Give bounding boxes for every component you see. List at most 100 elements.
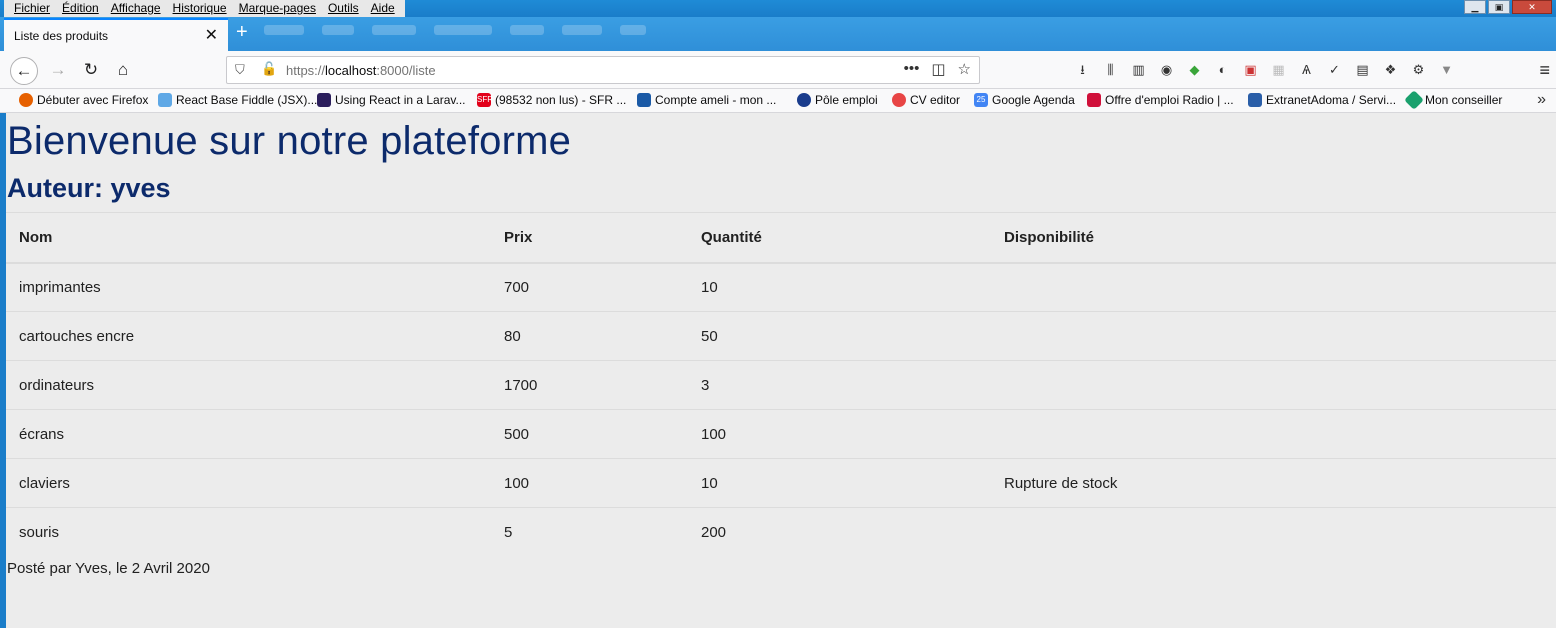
cors-extension-icon[interactable]: ▣ (1242, 61, 1259, 78)
menu-historique[interactable]: Historique (167, 0, 233, 17)
page-content: Bienvenue sur notre plateforme Auteur: y… (6, 113, 1556, 628)
bookmark-debuter-firefox[interactable]: Débuter avec Firefox (19, 93, 148, 107)
background-tabs (264, 25, 646, 35)
pocket-icon[interactable]: ◫ (931, 60, 945, 78)
tab-liste-des-produits[interactable]: Liste des produits ✕ (4, 18, 228, 51)
table-row: claviers 100 10 Rupture de stock (6, 458, 1556, 508)
bookmark-pole-emploi[interactable]: Pôle emploi (797, 93, 878, 107)
checkmark-extension-icon[interactable]: ✓ (1326, 61, 1343, 78)
close-tab-icon[interactable]: ✕ (205, 25, 218, 45)
header-disponibilite: Disponibilité (991, 212, 1556, 264)
laravel-news-icon (317, 93, 331, 107)
tracking-shield-icon[interactable]: ⛉ (235, 62, 245, 78)
minimize-button[interactable]: ▁ (1464, 0, 1486, 14)
library-icon[interactable]: ⫼ (1102, 61, 1119, 78)
address-bar[interactable]: ⛉ 🔓 https://localhost:8000/liste ••• ◫ ☆ (226, 56, 980, 84)
close-window-button[interactable]: ✕ (1512, 0, 1552, 14)
bookmarks-overflow-icon[interactable]: » (1537, 91, 1546, 109)
new-tab-button[interactable]: + (236, 21, 248, 44)
cv-editor-icon (892, 93, 906, 107)
font-extension-icon[interactable]: Ѧ (1298, 61, 1315, 78)
cell-nom: souris (6, 507, 491, 557)
bookmark-offre-emploi-radio[interactable]: Offre d'emploi Radio | ... (1087, 93, 1234, 107)
bookmark-star-icon[interactable]: ☆ (958, 60, 971, 78)
menu-marque-pages[interactable]: Marque-pages (233, 0, 322, 17)
maximize-button[interactable]: ▣ (1488, 0, 1510, 14)
products-table: Nom Prix Quantité Disponibilité impriman… (6, 212, 1556, 557)
dog-extension-icon[interactable]: ❖ (1382, 61, 1399, 78)
menu-aide[interactable]: Aide (365, 0, 401, 17)
reload-icon[interactable]: ↻ (77, 57, 105, 85)
download-icon[interactable]: ⭳ (1074, 61, 1091, 78)
tab-strip: Liste des produits ✕ + (0, 17, 1556, 51)
cell-nom: cartouches encre (6, 311, 491, 361)
navigation-toolbar: ← → ↻ ⌂ ⛉ 🔓 https://localhost:8000/liste… (0, 51, 1556, 89)
cell-disponibilite (991, 507, 1556, 557)
header-prix: Prix (491, 212, 688, 264)
firefox-icon (19, 93, 33, 107)
header-nom: Nom (6, 212, 491, 264)
cell-quantite: 200 (688, 507, 991, 557)
table-row: écrans 500 100 (6, 409, 1556, 459)
bookmark-cv-editor[interactable]: CV editor (892, 93, 960, 107)
cell-prix: 1700 (491, 360, 688, 410)
menu-bar: Fichier Édition Affichage Historique Mar… (4, 0, 405, 17)
window-controls: ▁ ▣ ✕ (1464, 0, 1552, 14)
bookmark-extranet-adoma[interactable]: ExtranetAdoma / Servi... (1248, 93, 1396, 107)
cell-quantite: 100 (688, 409, 991, 459)
tv-extension-icon[interactable]: ▤ (1354, 61, 1371, 78)
cell-prix: 100 (491, 458, 688, 508)
table-header-row: Nom Prix Quantité Disponibilité (6, 212, 1556, 264)
insecure-lock-icon[interactable]: 🔓 (261, 61, 277, 77)
adoma-icon (1248, 93, 1262, 107)
sidebar-icon[interactable]: ▥ (1130, 61, 1147, 78)
cell-disponibilite: Rupture de stock (991, 458, 1556, 508)
bookmark-mon-conseiller[interactable]: Mon conseiller (1404, 90, 1502, 110)
ameli-icon (637, 93, 651, 107)
forward-arrow-icon[interactable]: → (44, 57, 72, 85)
bookmark-google-agenda[interactable]: 25 Google Agenda (974, 93, 1075, 107)
cell-quantite: 3 (688, 360, 991, 410)
dark-mode-icon[interactable]: ◐ (1214, 61, 1231, 78)
tab-title: Liste des produits (14, 29, 109, 43)
cell-quantite: 10 (688, 458, 991, 508)
table-row: ordinateurs 1700 3 (6, 360, 1556, 410)
hamburger-menu-icon[interactable]: ≡ (1539, 60, 1550, 81)
extension-grid-icon[interactable]: ▦ (1270, 61, 1287, 78)
cell-quantite: 10 (688, 262, 991, 312)
cell-prix: 700 (491, 262, 688, 312)
table-row: cartouches encre 80 50 (6, 311, 1556, 361)
cell-disponibilite (991, 311, 1556, 361)
menu-outils[interactable]: Outils (322, 0, 365, 17)
toolbar-icons: ⭳ ⫼ ▥ ◉ ◆ ◐ ▣ ▦ Ѧ ✓ ▤ ❖ ⚙ ▼ (1074, 61, 1455, 78)
bookmark-laravel-news[interactable]: Using React in a Larav... (317, 93, 466, 107)
bookmark-sfr[interactable]: SFR (98532 non lus) - SFR ... (477, 93, 626, 107)
settings-extension-icon[interactable]: ⚙ (1410, 61, 1427, 78)
cell-prix: 80 (491, 311, 688, 361)
bookmark-ameli[interactable]: Compte ameli - mon ... (637, 93, 776, 107)
page-actions-icon[interactable]: ••• (904, 60, 920, 78)
extension-green-icon[interactable]: ◆ (1186, 61, 1203, 78)
cell-disponibilite (991, 262, 1556, 312)
calendar-icon: 25 (974, 93, 988, 107)
cell-disponibilite (991, 360, 1556, 410)
author-heading: Auteur: yves (7, 173, 171, 203)
vue-devtools-icon[interactable]: ▼ (1438, 61, 1455, 78)
account-icon[interactable]: ◉ (1158, 61, 1175, 78)
menu-edition[interactable]: Édition (56, 0, 105, 17)
cell-quantite: 50 (688, 311, 991, 361)
conseiller-icon (1404, 90, 1424, 110)
cell-nom: imprimantes (6, 262, 491, 312)
cell-prix: 5 (491, 507, 688, 557)
home-icon[interactable]: ⌂ (109, 57, 137, 85)
cell-prix: 500 (491, 409, 688, 459)
back-arrow-icon[interactable]: ← (10, 57, 38, 85)
menu-affichage[interactable]: Affichage (105, 0, 167, 17)
pole-emploi-icon (797, 93, 811, 107)
menu-fichier[interactable]: Fichier (8, 0, 56, 17)
bookmarks-toolbar: Débuter avec Firefox React Base Fiddle (… (0, 89, 1556, 113)
bookmark-react-fiddle[interactable]: React Base Fiddle (JSX)... (158, 93, 317, 107)
header-quantite: Quantité (688, 212, 991, 264)
post-footer: Posté par Yves, le 2 Avril 2020 (7, 560, 210, 577)
url-text[interactable]: https://localhost:8000/liste (286, 63, 436, 78)
